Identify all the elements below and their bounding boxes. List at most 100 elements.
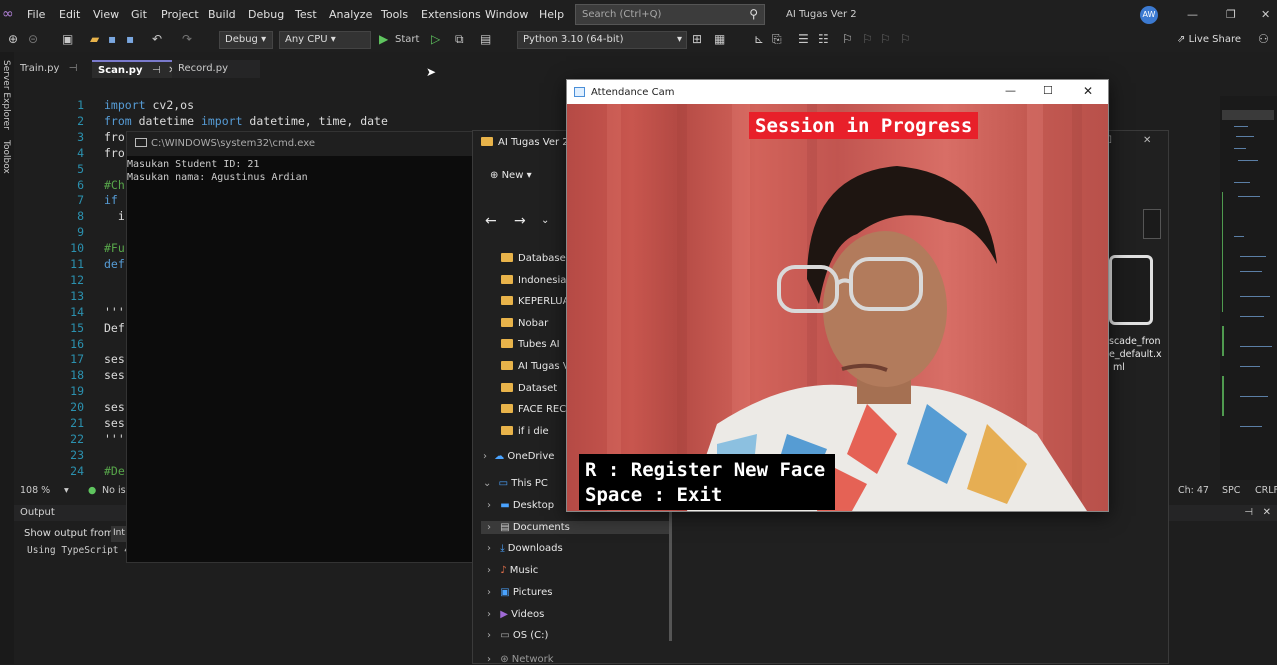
maximize-icon[interactable]: ☐	[1043, 84, 1053, 97]
minimize-icon[interactable]: —	[1187, 8, 1198, 21]
pin-icon[interactable]: ⊣	[1244, 507, 1253, 518]
nav-network[interactable]: › ⊛ Network	[487, 654, 554, 665]
code-line[interactable]: from datetime import datetime, time, dat…	[104, 114, 388, 128]
code-line[interactable]: fro	[104, 130, 125, 144]
quick-access-folder[interactable]: Nobar	[501, 317, 548, 329]
browser-icon[interactable]: ⧉	[455, 32, 464, 47]
column-indicator[interactable]: Ch: 47	[1178, 485, 1209, 496]
recent-dropdown-icon[interactable]: ⌄	[541, 215, 549, 226]
code-line[interactable]: ses	[104, 400, 125, 414]
whitespace-indicator[interactable]: SPC	[1222, 485, 1240, 496]
server-explorer-tab[interactable]: Server Explorer	[1, 60, 11, 130]
breakpoint-icon[interactable]: ⊾	[754, 32, 764, 46]
code-line[interactable]: ses	[104, 368, 125, 382]
interpreter-dropdown[interactable]: Python 3.10 (64-bit) ▾	[517, 31, 687, 49]
nav-downloads[interactable]: › ⤓ Downloads	[487, 543, 563, 554]
redo-icon[interactable]: ↷	[182, 32, 192, 46]
save-all-icon[interactable]: ▪	[126, 32, 134, 46]
quick-access-folder[interactable]: FACE RECO	[501, 404, 574, 415]
code-line[interactable]: #De	[104, 464, 125, 478]
layout-icon[interactable]: ▤	[480, 32, 491, 46]
close-icon[interactable]: ✕	[1083, 84, 1093, 98]
code-line[interactable]: def	[104, 257, 125, 271]
expand-chevron-icon[interactable]: ›	[487, 609, 491, 620]
nav-documents[interactable]: › ▤ Documents	[481, 521, 671, 534]
indent-icon[interactable]: ☰	[798, 32, 809, 46]
new-button[interactable]: ⊕ New ▾	[490, 170, 532, 181]
start-play-icon[interactable]: ▶	[379, 32, 388, 46]
quick-access-folder[interactable]: Database S	[501, 253, 575, 264]
expand-chevron-icon[interactable]: ›	[487, 565, 491, 576]
code-line[interactable]: Def	[104, 321, 125, 335]
menu-debug[interactable]: Debug	[248, 8, 284, 21]
xml-file-icon[interactable]	[1109, 255, 1153, 325]
quick-access-folder[interactable]: Dataset	[501, 382, 557, 394]
step-icon[interactable]: ⎘	[772, 32, 782, 47]
code-line[interactable]: #Ch	[104, 178, 125, 192]
expand-chevron-icon[interactable]: ›	[487, 500, 491, 511]
nav-this-pc[interactable]: ⌄ ▭ This PC	[483, 478, 548, 489]
outdent-icon[interactable]: ☷	[818, 32, 829, 46]
code-line[interactable]: ses	[104, 416, 125, 430]
expand-chevron-icon[interactable]: ›	[487, 543, 491, 554]
quick-access-folder[interactable]: Tubes AI	[501, 339, 560, 350]
code-line[interactable]: i	[104, 209, 125, 223]
expand-chevron-icon[interactable]: ›	[487, 587, 491, 598]
attendance-cam-window[interactable]: Attendance Cam — ☐ ✕ Session in Progress…	[566, 79, 1109, 512]
expand-chevron-icon[interactable]: ›	[483, 451, 487, 462]
menu-help[interactable]: Help	[539, 8, 564, 21]
expand-chevron-icon[interactable]: ›	[487, 654, 491, 665]
platform-dropdown[interactable]: Any CPU ▾	[279, 31, 371, 49]
forward-arrow-icon[interactable]: →	[514, 213, 526, 229]
minimize-icon[interactable]: —	[1005, 84, 1016, 97]
new-project-icon[interactable]: ▣	[62, 32, 73, 46]
code-line[interactable]: if	[104, 193, 118, 207]
search-input[interactable]: Search (Ctrl+Q) ⚲	[575, 4, 765, 25]
env-icon[interactable]: ⊞	[692, 32, 702, 46]
forward-nav-icon[interactable]: ⊝	[28, 32, 38, 46]
expand-chevron-icon[interactable]: ›	[487, 522, 491, 533]
nav-onedrive[interactable]: › ☁ OneDrive	[483, 451, 554, 462]
code-line[interactable]: ses	[104, 352, 125, 366]
code-line[interactable]: import cv2,os	[104, 98, 194, 112]
line-ending-indicator[interactable]: CRLF	[1255, 485, 1277, 496]
cmd-window[interactable]: C:\WINDOWS\system32\cmd.exe Masukan Stud…	[126, 131, 474, 563]
nav-videos[interactable]: › ▶ Videos	[487, 609, 544, 620]
bookmark-prev-icon[interactable]: ⚐	[862, 32, 873, 46]
cmd-console-output[interactable]: Masukan Student ID: 21 Masukan nama: Agu…	[127, 156, 473, 184]
zoom-level[interactable]: 108 %	[20, 485, 50, 496]
menu-tools[interactable]: Tools	[381, 8, 408, 21]
code-line[interactable]: #Fu	[104, 241, 125, 255]
code-line[interactable]: '''	[104, 305, 125, 319]
menu-analyze[interactable]: Analyze	[329, 8, 372, 21]
pin-icon[interactable]: ⊣	[152, 65, 161, 76]
feedback-icon[interactable]: ⚇	[1258, 32, 1269, 46]
address-bar[interactable]	[1143, 209, 1161, 239]
menu-project[interactable]: Project	[161, 8, 199, 21]
toolbox-tab[interactable]: Toolbox	[1, 140, 11, 174]
menu-view[interactable]: View	[93, 8, 119, 21]
cmd-titlebar[interactable]: C:\WINDOWS\system32\cmd.exe	[127, 132, 473, 156]
code-line[interactable]: fro	[104, 146, 125, 160]
back-arrow-icon[interactable]: ←	[485, 213, 497, 229]
code-line[interactable]: '''	[104, 432, 125, 446]
bookmark-clear-icon[interactable]: ⚐	[900, 32, 911, 46]
menu-file[interactable]: File	[27, 8, 45, 21]
tab-train-py[interactable]: Train.py ⊣	[14, 60, 90, 78]
zoom-dropdown-icon[interactable]: ▾	[64, 485, 69, 496]
tab-scan-py[interactable]: Scan.py ⊣ ✕	[92, 60, 184, 78]
nav-os-c[interactable]: › ▭ OS (C:)	[487, 630, 548, 641]
nav-desktop[interactable]: › ▬ Desktop	[487, 500, 554, 511]
undo-icon[interactable]: ↶	[152, 32, 162, 46]
nav-music[interactable]: › ♪ Music	[487, 565, 538, 576]
menu-window[interactable]: Window	[485, 8, 528, 21]
minimap[interactable]	[1220, 96, 1277, 480]
start-without-debug-icon[interactable]: ▷	[431, 32, 440, 46]
expand-chevron-icon[interactable]: ›	[487, 630, 491, 641]
output-source-dropdown[interactable]: Int	[111, 526, 127, 542]
close-icon[interactable]: ✕	[1263, 507, 1271, 518]
quick-access-folder[interactable]: Indonesia	[501, 274, 566, 286]
open-folder-icon[interactable]: ▰	[90, 32, 99, 46]
menu-git[interactable]: Git	[131, 8, 147, 21]
bookmark-icon[interactable]: ⚐	[842, 32, 853, 46]
